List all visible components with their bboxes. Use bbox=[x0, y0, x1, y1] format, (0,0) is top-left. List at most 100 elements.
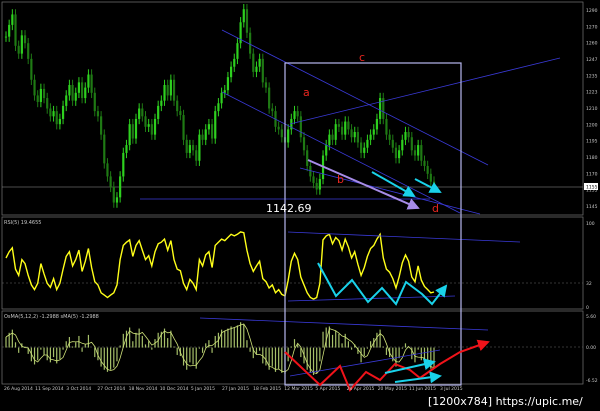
price-bar bbox=[106, 163, 109, 177]
price-bar bbox=[46, 98, 49, 109]
price-bar bbox=[220, 92, 223, 104]
watermark: [1200x784] https://upic.me/ bbox=[428, 395, 583, 408]
osma-ytick: 5.60 bbox=[586, 314, 596, 320]
price-ytick: 1290 bbox=[586, 8, 598, 14]
x-tick-label: 27 Jan 2015 bbox=[222, 386, 249, 392]
price-bar bbox=[176, 100, 179, 112]
price-bar bbox=[404, 132, 407, 140]
price-bar bbox=[385, 118, 388, 135]
price-bar bbox=[375, 118, 379, 130]
price-bar bbox=[340, 126, 344, 135]
price-bar bbox=[49, 108, 52, 117]
price-bar bbox=[420, 145, 423, 161]
price-bar bbox=[90, 74, 93, 93]
x-tick-label: 10 Dec 2014 bbox=[160, 386, 189, 392]
price-bar bbox=[147, 124, 150, 127]
price-bar bbox=[195, 150, 198, 161]
price-bar bbox=[401, 139, 404, 151]
price-bar bbox=[172, 79, 176, 101]
price-bar bbox=[350, 129, 353, 138]
price-bar bbox=[315, 182, 318, 190]
price-bar bbox=[33, 79, 36, 96]
price-bar bbox=[423, 160, 426, 166]
price-bar bbox=[432, 181, 436, 187]
price-bar bbox=[299, 116, 302, 138]
price-bar bbox=[134, 118, 138, 139]
last-price-label: 1155 bbox=[586, 185, 598, 191]
x-tick-label: 3 Oct 2014 bbox=[66, 386, 91, 392]
x-tick-label: 3 Jul 2015 bbox=[440, 386, 463, 392]
price-bar bbox=[150, 124, 153, 135]
price-bar bbox=[131, 124, 134, 139]
price-bar bbox=[413, 150, 417, 156]
price-bar bbox=[61, 105, 65, 119]
price-bar bbox=[166, 84, 169, 96]
price-bar bbox=[287, 129, 290, 143]
price-ytick: 1195 bbox=[586, 139, 598, 145]
rsi-ytick: 100 bbox=[586, 221, 595, 227]
price-bar bbox=[36, 95, 39, 102]
price-bar bbox=[87, 74, 90, 88]
price-bar bbox=[407, 132, 410, 138]
price-bar bbox=[109, 176, 112, 187]
price-bar bbox=[363, 147, 366, 153]
price-bar bbox=[77, 82, 81, 93]
x-axis: 26 Aug 2014 11 Sep 2014 3 Oct 2014 27 Oct 2… bbox=[4, 386, 463, 392]
price-bar bbox=[394, 147, 398, 159]
wave-label-d: d bbox=[432, 202, 439, 215]
osma-ytick: 0.00 bbox=[586, 345, 596, 351]
price-bar bbox=[379, 98, 382, 119]
price-bar bbox=[366, 139, 369, 148]
price-bar bbox=[268, 87, 271, 109]
price-bar bbox=[55, 111, 58, 125]
wave-label-b: b bbox=[337, 173, 344, 186]
price-bar bbox=[160, 100, 163, 106]
price-bar bbox=[169, 79, 172, 96]
price-bar bbox=[261, 58, 264, 83]
wave-label-a: a bbox=[303, 86, 310, 99]
price-ytick: 1223 bbox=[586, 90, 598, 96]
price-bar bbox=[122, 152, 125, 177]
price-bar bbox=[115, 197, 119, 203]
price-bar bbox=[426, 165, 429, 174]
x-tick-label: 5 Apr 2015 bbox=[315, 386, 340, 392]
price-bar bbox=[30, 58, 33, 80]
price-bar bbox=[52, 111, 55, 117]
x-tick-label: 11 Jun 2015 bbox=[409, 386, 436, 392]
price-bar bbox=[359, 142, 363, 153]
wave-label-c: c bbox=[359, 51, 365, 64]
price-bar bbox=[306, 150, 309, 166]
osma-ytick: -6.52 bbox=[586, 378, 598, 384]
price-bar bbox=[198, 134, 201, 161]
price-ytick: 1145 bbox=[586, 204, 598, 210]
price-bar bbox=[112, 186, 115, 203]
price-bar bbox=[39, 88, 42, 102]
price-bar bbox=[80, 82, 84, 99]
price-bar bbox=[119, 176, 122, 198]
price-bar bbox=[144, 116, 147, 127]
price-bar bbox=[226, 77, 230, 91]
price-bar bbox=[337, 124, 340, 127]
price-bar bbox=[11, 14, 14, 25]
price-bar bbox=[210, 124, 214, 139]
price-bar bbox=[293, 111, 296, 119]
price-ytick: 1170 bbox=[586, 171, 598, 177]
price-bar bbox=[100, 116, 103, 135]
price-bar bbox=[58, 118, 61, 125]
x-tick-label: 5 Jan 2015 bbox=[191, 386, 215, 392]
price-bar bbox=[242, 9, 245, 23]
price-bar bbox=[334, 124, 337, 140]
price-bar bbox=[417, 145, 420, 156]
price-ytick: 1180 bbox=[586, 155, 598, 161]
price-bar bbox=[188, 145, 191, 153]
price-bar bbox=[236, 43, 239, 59]
rsi-pane-title: RSI(5) 19.4655 bbox=[4, 220, 41, 226]
x-tick-label: 11 Sep 2014 bbox=[35, 386, 64, 392]
price-bar bbox=[68, 84, 71, 96]
price-bar bbox=[217, 103, 220, 112]
price-ytick: 1247 bbox=[586, 57, 598, 63]
price-bar bbox=[74, 92, 77, 101]
price-bar bbox=[271, 108, 274, 112]
price-bar bbox=[103, 134, 106, 164]
price-bar bbox=[369, 134, 372, 140]
